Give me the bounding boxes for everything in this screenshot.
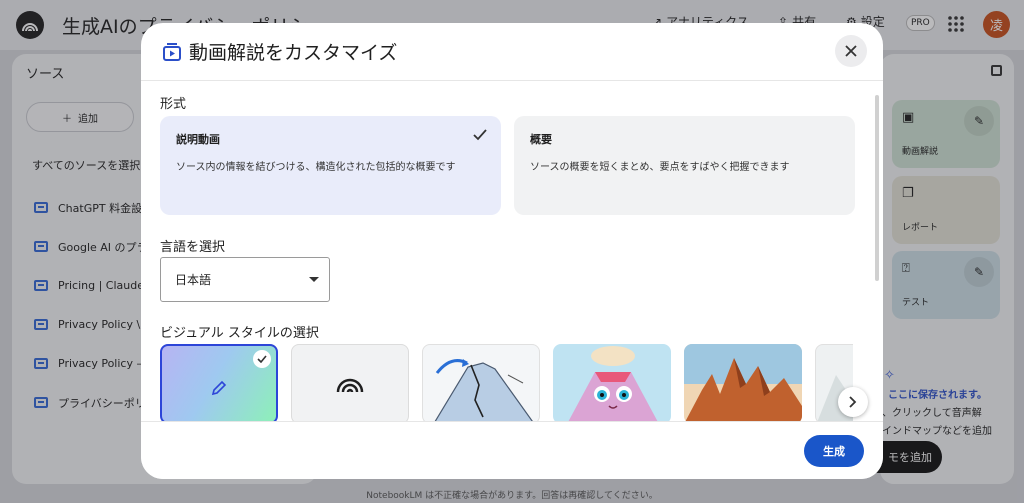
visual-style-label: ビジュアル スタイルの選択 bbox=[160, 326, 319, 341]
visual-style-carousel bbox=[160, 344, 853, 424]
dialog-footer: 生成 bbox=[141, 421, 883, 479]
style-tile-kawaii[interactable] bbox=[553, 344, 671, 424]
video-overview-icon bbox=[163, 43, 181, 61]
style-tile-anime[interactable] bbox=[684, 344, 802, 424]
dropdown-caret-icon bbox=[309, 277, 319, 282]
chevron-right-icon bbox=[849, 396, 857, 408]
style-tile-auto[interactable] bbox=[291, 344, 409, 424]
anime-mountain-image bbox=[684, 344, 802, 424]
carousel-next-button[interactable] bbox=[838, 387, 868, 417]
style-tile-sketch[interactable] bbox=[422, 344, 540, 424]
dialog-body: 形式 説明動画 ソース内の情報を結びつける、構造化された包括的な概要です 概要 … bbox=[141, 81, 883, 424]
format-label: 形式 bbox=[160, 97, 187, 112]
close-icon bbox=[845, 45, 857, 57]
close-button[interactable] bbox=[835, 35, 867, 67]
dialog-scrollbar[interactable] bbox=[875, 95, 879, 281]
generate-button[interactable]: 生成 bbox=[804, 435, 864, 467]
format-option-explainer[interactable]: 説明動画 ソース内の情報を結びつける、構造化された包括的な概要です bbox=[160, 116, 501, 215]
notebooklm-logo-icon bbox=[336, 378, 364, 393]
language-label: 言語を選択 bbox=[160, 240, 226, 255]
customize-video-dialog: 動画解説をカスタマイズ 形式 説明動画 ソース内の情報を結びつける、構造化された… bbox=[141, 23, 883, 479]
dialog-header: 動画解説をカスタマイズ bbox=[141, 23, 883, 81]
language-select[interactable]: 日本語 bbox=[160, 257, 330, 302]
style-tile-custom[interactable] bbox=[160, 344, 278, 424]
format-option-brief[interactable]: 概要 ソースの概要を短くまとめ、要点をすばやく把握できます bbox=[514, 116, 855, 215]
sketch-volcano-image bbox=[433, 359, 535, 423]
pencil-icon bbox=[211, 380, 227, 396]
check-icon bbox=[473, 129, 487, 141]
dialog-title: 動画解説をカスタマイズ bbox=[189, 42, 398, 64]
kawaii-volcano-image bbox=[567, 346, 659, 424]
check-icon bbox=[253, 350, 271, 368]
